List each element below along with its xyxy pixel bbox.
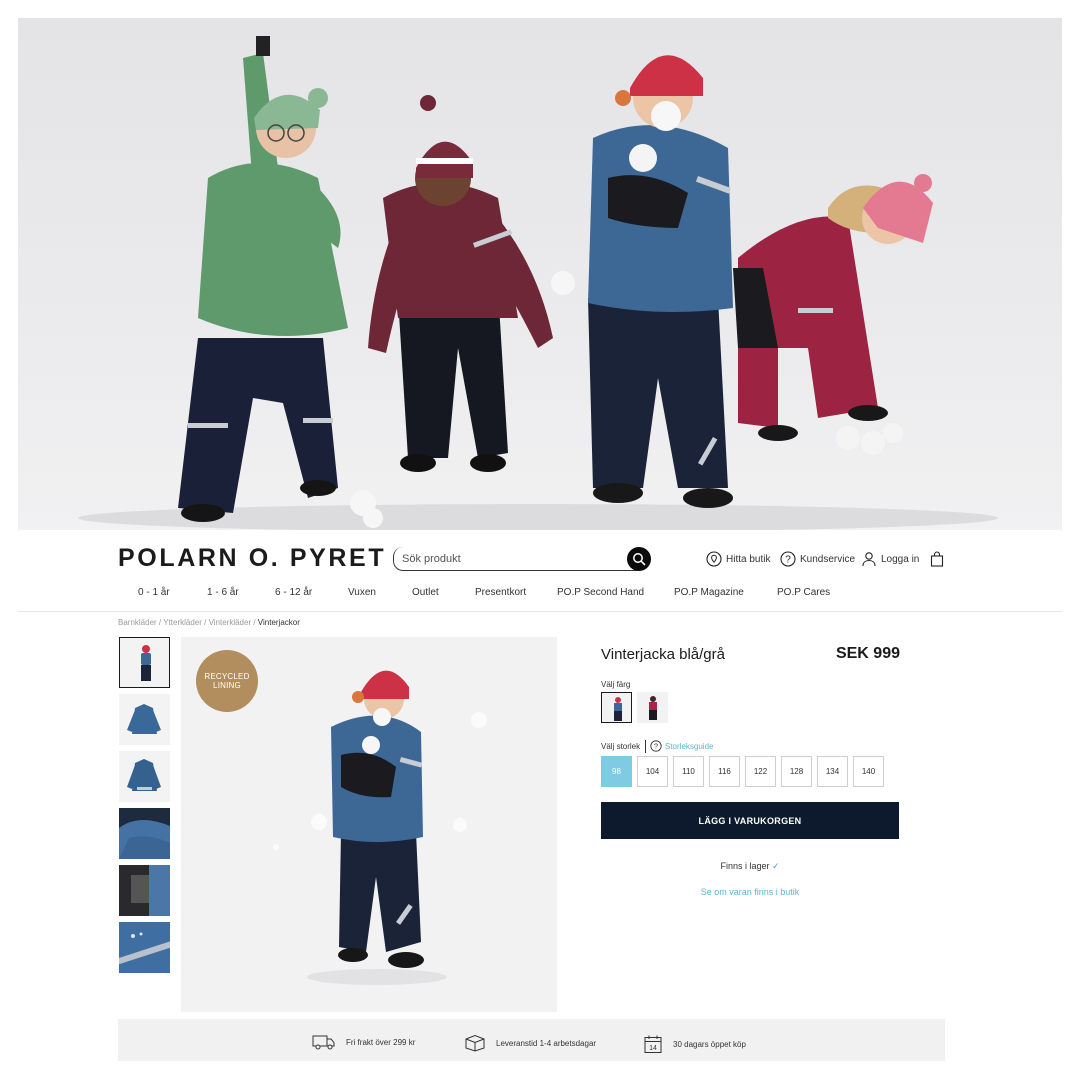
breadcrumb-item[interactable]: Vinterkläder <box>209 618 252 627</box>
nav-item-1-6[interactable]: 1 - 6 år <box>207 587 239 598</box>
nav-item-vuxen[interactable]: Vuxen <box>348 587 376 598</box>
product-thumbnail[interactable] <box>119 922 170 973</box>
badge-line-2: LINING <box>213 681 241 690</box>
location-pin-icon <box>706 551 722 567</box>
search-input[interactable] <box>393 547 637 571</box>
size-label: Välj storlek <box>601 742 641 751</box>
product-thumbnail[interactable] <box>119 637 170 688</box>
question-circle-icon: ? <box>780 551 796 567</box>
product-thumbnail[interactable] <box>119 694 170 745</box>
breadcrumb-separator: / <box>201 618 209 627</box>
size-option[interactable]: 140 <box>853 756 884 787</box>
color-swatch-blue[interactable] <box>601 692 632 723</box>
swatch-image <box>602 693 631 722</box>
login-label: Logga in <box>881 553 920 565</box>
product-thumbnail[interactable] <box>119 751 170 802</box>
size-option[interactable]: 110 <box>673 756 704 787</box>
color-swatch-red[interactable] <box>637 692 668 723</box>
product-title: Vinterjacka blå/grå <box>601 646 725 663</box>
login-link[interactable]: Logga in <box>861 551 919 567</box>
svg-text:?: ? <box>654 742 658 751</box>
main-nav: 0 - 1 år 1 - 6 år 6 - 12 år Vuxen Outlet… <box>0 587 1080 601</box>
badge-line-1: RECYCLED <box>204 672 250 681</box>
truck-icon <box>312 1035 335 1050</box>
usp-label: 30 dagars öppet köp <box>673 1039 746 1049</box>
size-option[interactable]: 98 <box>601 756 632 787</box>
header-divider <box>18 611 1062 612</box>
usp-open-purchase: 14 30 dagars öppet köp <box>643 1034 746 1054</box>
usp-label: Fri frakt över 299 kr <box>346 1037 416 1047</box>
nav-item-magazine[interactable]: PO.P Magazine <box>674 587 744 598</box>
recycled-lining-badge: RECYCLED LINING <box>196 650 258 712</box>
thumbnail-image <box>119 922 170 973</box>
product-thumbnail[interactable] <box>119 808 170 859</box>
calendar-icon: 14 <box>644 1035 662 1053</box>
search-bar <box>393 547 651 571</box>
thumbnail-image <box>120 638 169 687</box>
thumbnail-image <box>119 865 170 916</box>
product-price: SEK 999 <box>835 645 900 662</box>
usp-free-shipping: Fri frakt över 299 kr <box>312 1034 415 1050</box>
breadcrumb-current: Vinterjackor <box>257 618 300 627</box>
nav-item-6-12[interactable]: 6 - 12 år <box>275 587 312 598</box>
swatch-image <box>637 692 668 723</box>
product-thumbnail[interactable] <box>119 865 170 916</box>
kid-blue-jacket <box>588 55 733 508</box>
nav-item-outlet[interactable]: Outlet <box>412 587 439 598</box>
hero-banner-image <box>18 18 1062 530</box>
usp-delivery-time: Leveranstid 1-4 arbetsdagar <box>464 1034 596 1052</box>
thumbnail-image <box>119 751 170 802</box>
color-label: Välj färg <box>601 680 631 689</box>
size-guide-link[interactable]: ? Storleksguide <box>650 740 713 752</box>
breadcrumb-separator: / <box>251 618 258 627</box>
question-circle-icon: ? <box>650 740 662 752</box>
find-store-label: Hitta butik <box>726 553 771 565</box>
breadcrumb-item[interactable]: Ytterkläder <box>163 618 202 627</box>
kid-magenta-suit <box>733 174 933 455</box>
find-store-link[interactable]: Hitta butik <box>706 551 770 567</box>
stock-label: Finns i lager <box>720 861 770 871</box>
kid-green-jacket <box>178 36 348 522</box>
size-option[interactable]: 116 <box>709 756 740 787</box>
svg-text:?: ? <box>785 555 791 566</box>
thumbnail-image <box>119 694 170 745</box>
cart-link[interactable] <box>929 551 945 567</box>
nav-item-second-hand[interactable]: PO.P Second Hand <box>557 587 644 598</box>
nav-item-presentkort[interactable]: Presentkort <box>475 587 526 598</box>
user-icon <box>862 552 876 567</box>
label-separator <box>645 740 646 753</box>
customer-service-label: Kundservice <box>800 553 856 565</box>
stock-status: Finns i lager ✓ <box>601 861 899 872</box>
search-button[interactable] <box>627 547 651 571</box>
nav-item-0-1[interactable]: 0 - 1 år <box>138 587 170 598</box>
add-to-cart-button[interactable]: LÄGG I VARUKORGEN <box>601 802 899 839</box>
customer-service-link[interactable]: ? Kundservice <box>780 551 855 567</box>
breadcrumb-item[interactable]: Barnkläder <box>118 618 157 627</box>
size-option[interactable]: 134 <box>817 756 848 787</box>
kid-burgundy-suit <box>368 95 553 472</box>
size-option[interactable]: 122 <box>745 756 776 787</box>
checkmark-icon: ✓ <box>772 861 780 871</box>
breadcrumb: Barnkläder / Ytterkläder / Vinterkläder … <box>118 618 300 627</box>
size-option[interactable]: 104 <box>637 756 668 787</box>
calendar-number: 14 <box>649 1045 657 1052</box>
thumbnail-image <box>119 808 170 859</box>
usp-label: Leveranstid 1-4 arbetsdagar <box>496 1038 597 1048</box>
store-availability-link[interactable]: Se om varan finns i butik <box>601 887 899 897</box>
size-guide-label: Storleksguide <box>665 741 714 751</box>
box-icon <box>465 1034 485 1052</box>
search-icon <box>633 553 646 566</box>
size-option[interactable]: 128 <box>781 756 812 787</box>
shopping-bag-icon <box>930 551 944 567</box>
nav-item-cares[interactable]: PO.P Cares <box>777 587 830 598</box>
brand-logo[interactable]: POLARN O. PYRET <box>118 544 386 573</box>
hero-illustration <box>78 36 998 530</box>
